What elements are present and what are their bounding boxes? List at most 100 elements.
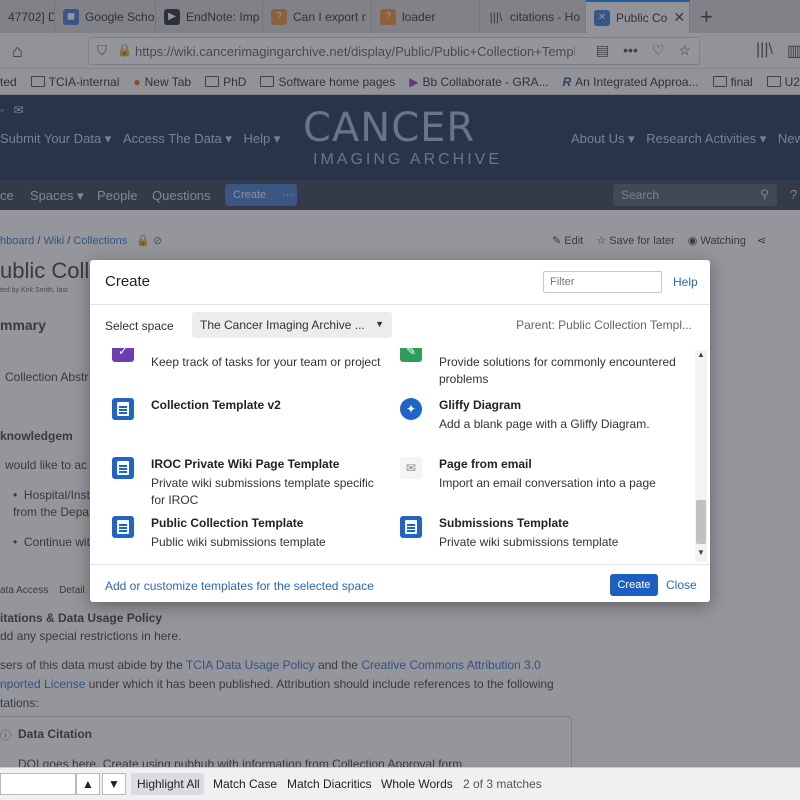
search-icon[interactable]: ⚲ xyxy=(760,187,769,201)
bookmark-folder-tcia-internal[interactable]: TCIA-internal xyxy=(30,75,119,89)
dialog-close-button[interactable]: Close xyxy=(666,578,697,592)
close-tab-icon[interactable]: ✕ xyxy=(673,9,685,26)
tab-detailed[interactable]: Detail xyxy=(59,585,85,596)
usage-policy-link[interactable]: TCIA Data Usage Policy xyxy=(186,658,315,672)
breadcrumb-item[interactable]: Collections xyxy=(73,235,127,247)
template-iroc[interactable]: IROC Private Wiki Page Template Private … xyxy=(112,457,382,507)
template-collection-v2[interactable]: Collection Template v2 xyxy=(112,398,382,438)
match-diacritics-toggle[interactable]: Match Diacritics xyxy=(287,777,372,791)
nav-news[interactable]: News xyxy=(778,131,800,146)
bookmark-bb-collaborate[interactable]: ▶ Bb Collaborate - GRA... xyxy=(409,75,548,89)
new-tab-icon[interactable]: + xyxy=(700,4,713,30)
template-page-from-email[interactable]: ✉ Page from email Import an email conver… xyxy=(400,457,670,497)
bookmark-star-icon[interactable]: ☆ xyxy=(678,42,691,59)
bookmark-folder-u24[interactable]: U24 PRISM xyxy=(766,75,800,89)
nav-help[interactable]: Help ▾ xyxy=(243,131,280,146)
menu-people[interactable]: People xyxy=(97,188,137,203)
tab-citations[interactable]: |||\ citations - Ho xyxy=(480,0,586,33)
home-icon[interactable]: ⌂ xyxy=(12,41,23,62)
create-button[interactable]: Create ··· xyxy=(225,184,297,206)
tab-endnote[interactable]: ▶ EndNote: Imp xyxy=(156,0,263,33)
sidebar-icon[interactable]: ▥ xyxy=(787,41,800,61)
confluence-nav-bar: ce Spaces ▾ People Questions Create ··· … xyxy=(0,180,800,210)
reader-view-icon[interactable]: ▤ xyxy=(596,42,609,59)
search-input[interactable]: Search ⚲ xyxy=(613,184,777,206)
create-dialog: Create Help Select space The Cancer Imag… xyxy=(90,260,710,602)
page-icon xyxy=(112,457,134,479)
mail-icon[interactable]: ✉ xyxy=(14,103,24,117)
folder-icon xyxy=(205,76,220,87)
add-customize-templates-link[interactable]: Add or customize templates for the selec… xyxy=(105,579,374,593)
email-page-icon: ✉ xyxy=(400,457,422,479)
tab-public-collection[interactable]: ✕ Public Co ✕ xyxy=(586,0,690,33)
collection-abstract: Collection Abstr xyxy=(5,370,89,384)
tcia-header: ◦ ✉ Submit Your Data ▾ Access The Data ▾… xyxy=(0,95,800,180)
bookmark-folder-software[interactable]: Software home pages xyxy=(260,75,395,89)
menu-questions[interactable]: Questions xyxy=(152,188,211,203)
nav-research-activities[interactable]: Research Activities ▾ xyxy=(646,131,766,146)
watching-action[interactable]: ◉ Watching xyxy=(688,235,746,247)
url-bar[interactable]: ⛉ 🔒 https://wiki.cancerimagingarchive.ne… xyxy=(88,37,700,65)
template-scrollbar[interactable]: ▲ ▼ xyxy=(695,350,707,562)
save-for-later-action[interactable]: ☆ Save for later xyxy=(596,235,674,247)
user-icon[interactable]: ◦ xyxy=(0,103,4,117)
nav-about-us[interactable]: About Us ▾ xyxy=(571,131,635,146)
gliffy-icon: ✦ xyxy=(400,398,422,420)
url-text[interactable]: https://wiki.cancerimagingarchive.net/di… xyxy=(135,44,575,59)
template-submissions[interactable]: Submissions Template Private wiki submis… xyxy=(400,516,670,556)
summary-heading: mmary xyxy=(0,317,46,333)
find-next-icon[interactable]: ▼ xyxy=(102,773,126,795)
nav-submit-data[interactable]: Submit Your Data ▾ xyxy=(0,131,111,146)
whole-words-toggle[interactable]: Whole Words xyxy=(381,777,453,791)
space-select[interactable]: The Cancer Imaging Archive ... ▼ xyxy=(192,312,392,338)
template-troubleshooting[interactable]: ✎ Provide solutions for commonly encount… xyxy=(400,348,676,386)
tab-can-i-export[interactable]: ? Can I export r xyxy=(263,0,372,33)
star-icon: ☆ xyxy=(596,235,607,247)
scroll-down-icon[interactable]: ▼ xyxy=(695,548,707,562)
breadcrumb-item[interactable]: Wiki xyxy=(43,235,64,247)
find-previous-icon[interactable]: ▲ xyxy=(76,773,100,795)
filter-input[interactable] xyxy=(543,271,662,293)
tab-loader[interactable]: ? loader xyxy=(372,0,480,33)
match-case-toggle[interactable]: Match Case xyxy=(213,777,277,791)
tab-google-scholar[interactable]: ◼ Google Schol xyxy=(55,0,156,33)
citations-line: tations: xyxy=(0,696,39,710)
nav-access-data[interactable]: Access The Data ▾ xyxy=(123,131,232,146)
pocket-icon[interactable]: ♡ xyxy=(652,42,665,59)
parent-page[interactable]: Parent: Public Collection Templ... xyxy=(516,318,692,332)
bookmark-new-tab[interactable]: ● New Tab xyxy=(133,75,191,89)
tcia-logo[interactable]: CANCER IMAGING ARCHIVE xyxy=(303,105,503,175)
shield-icon[interactable]: ⛉ xyxy=(97,43,107,59)
edit-action[interactable]: ✎ Edit xyxy=(552,235,583,247)
template-gliffy[interactable]: ✦ Gliffy Diagram Add a blank page with a… xyxy=(400,398,670,438)
bookmark-folder-final[interactable]: final xyxy=(712,75,753,89)
dialog-create-button[interactable]: Create xyxy=(610,574,658,596)
tab-data-access[interactable]: ata Access xyxy=(0,585,48,596)
scroll-up-icon[interactable]: ▲ xyxy=(695,350,707,364)
cc-license-link[interactable]: Creative Commons Attribution 3.0 xyxy=(361,658,540,672)
question-icon: ? xyxy=(271,8,287,25)
attachment-icon[interactable]: ⊘ xyxy=(153,235,162,247)
scrollbar-thumb[interactable] xyxy=(696,500,706,544)
tab-1[interactable]: 47702] D xyxy=(0,0,55,33)
more-icon[interactable]: ··· xyxy=(282,189,293,201)
endnote-icon: ▶ xyxy=(164,8,180,25)
template-public-collection[interactable]: Public Collection Template Public wiki s… xyxy=(112,516,382,556)
bookmark-item[interactable]: ted xyxy=(0,75,17,89)
highlight-all-toggle[interactable]: Highlight All xyxy=(137,777,200,791)
find-input[interactable] xyxy=(0,773,76,795)
help-icon[interactable]: ? xyxy=(790,187,797,202)
page-actions-icon[interactable]: ••• xyxy=(623,42,638,59)
bookmark-folder-phd[interactable]: PhD xyxy=(205,75,246,89)
menu-spaces[interactable]: Spaces ▾ xyxy=(30,188,84,204)
template-task-report[interactable]: ✓ Keep track of tasks for your team or p… xyxy=(112,348,382,380)
library-icon[interactable]: |||\ xyxy=(756,41,773,61)
cc-license-link-cont[interactable]: nported License xyxy=(0,677,85,691)
help-link[interactable]: Help xyxy=(673,275,698,289)
restriction-lock-icon[interactable]: 🔒 xyxy=(136,235,150,247)
space-logo[interactable]: ce xyxy=(0,188,14,203)
lock-icon[interactable]: 🔒 xyxy=(117,43,132,57)
breadcrumb-item[interactable]: hboard xyxy=(0,235,34,247)
bookmark-integrated-approach[interactable]: R An Integrated Approa... xyxy=(563,75,699,89)
share-icon[interactable]: ⋖ xyxy=(757,235,766,247)
